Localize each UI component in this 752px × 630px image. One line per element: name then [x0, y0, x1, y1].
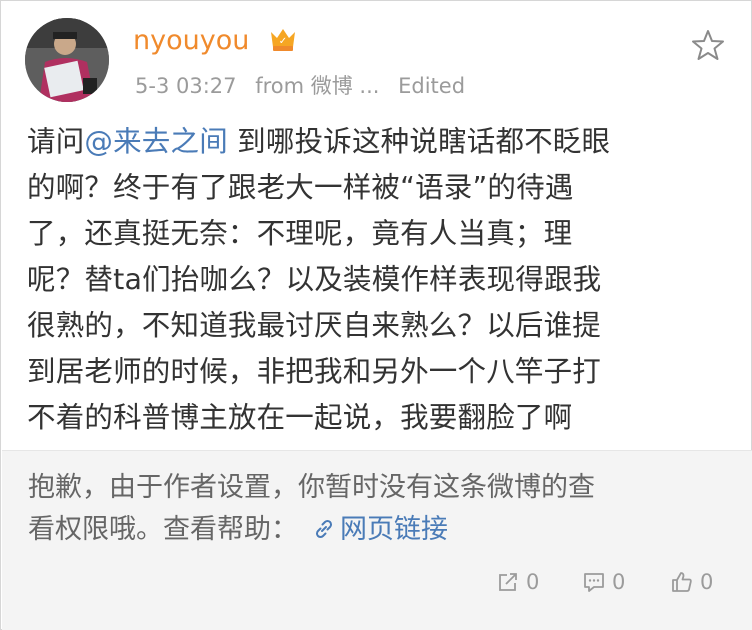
- crown-icon: ✓: [271, 29, 295, 51]
- weibo-post-card: nyouyou ✓ 5-3 03:27 from 微博 ... Edited 请…: [0, 0, 752, 630]
- post-line: 呢？替ta们抬咖么？以及装模作样表现得跟我: [27, 263, 602, 296]
- avatar-image: [25, 18, 109, 102]
- comment-button[interactable]: 0: [582, 570, 625, 594]
- link-icon: [315, 519, 333, 538]
- post-line: 请问@来去之间 到哪投诉这种说瞎话都不眨眼: [27, 119, 727, 165]
- repost-icon: [499, 573, 517, 591]
- edited-label[interactable]: Edited: [398, 74, 465, 98]
- post-line-text: 请问: [27, 125, 85, 158]
- post-text: 请问@来去之间 到哪投诉这种说瞎话都不眨眼 的啊？终于有了跟老大一样被“语录”的…: [27, 119, 727, 441]
- post-line-text: 到哪投诉这种说瞎话都不眨眼: [227, 125, 611, 158]
- post-line: 到居老师的时候，非把我和另外一个八竿子打: [27, 355, 602, 388]
- web-link-label[interactable]: 网页链接: [340, 514, 448, 545]
- like-icon: [672, 572, 692, 592]
- like-count: 0: [700, 570, 714, 594]
- post-line: 的啊？终于有了跟老大一样被“语录”的待遇: [27, 171, 574, 204]
- comment-icon: [584, 573, 604, 592]
- svg-text:✓: ✓: [279, 36, 287, 47]
- post-source[interactable]: from 微博 ...: [255, 74, 379, 98]
- post-line: 了，还真挺无奈：不理呢，竟有人当真；理: [27, 217, 573, 250]
- notice-line: 看权限哦。查看帮助： 网页链接: [28, 509, 728, 551]
- notice-line: 抱歉，由于作者设置，你暂时没有这条微博的查: [28, 472, 595, 503]
- repost-button[interactable]: 0: [496, 570, 539, 594]
- notice-line-text: 看权限哦。查看帮助：: [28, 514, 298, 545]
- repost-notice-box: 抱歉，由于作者设置，你暂时没有这条微博的查 看权限哦。查看帮助： 网页链接 0 0: [2, 450, 752, 630]
- post-timestamp: 5-3 03:27: [135, 74, 237, 98]
- like-button[interactable]: 0: [670, 570, 713, 594]
- post-line: 不着的科普博主放在一起说，我要翻脸了啊: [27, 401, 573, 434]
- post-meta: 5-3 03:27 from 微博 ... Edited: [135, 71, 477, 101]
- repost-count: 0: [526, 570, 540, 594]
- star-icon[interactable]: [691, 28, 725, 62]
- comment-count: 0: [612, 570, 626, 594]
- avatar[interactable]: [25, 18, 109, 102]
- post-line: 很熟的，不知道我最讨厌自来熟么？以后谁提: [27, 309, 602, 342]
- web-link[interactable]: 网页链接: [298, 514, 448, 545]
- mention-link[interactable]: @来去之间: [84, 125, 228, 158]
- username[interactable]: nyouyou: [133, 23, 249, 59]
- notice-text: 抱歉，由于作者设置，你暂时没有这条微博的查 看权限哦。查看帮助： 网页链接: [28, 467, 728, 551]
